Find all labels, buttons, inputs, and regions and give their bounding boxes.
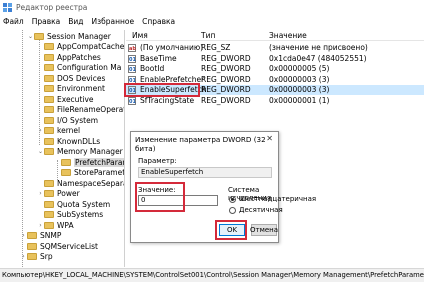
tree-item[interactable]: AppPatches — [44, 52, 101, 62]
folder-icon — [27, 253, 37, 260]
tree-item[interactable]: I/O System — [44, 115, 98, 125]
tree-item[interactable]: DOS Devices — [44, 73, 105, 83]
tree-item[interactable]: › WPA — [37, 220, 73, 230]
menu-bar: Файл Правка Вид Избранное Справка — [0, 15, 424, 28]
folder-icon — [27, 232, 37, 239]
highlight-box — [215, 220, 247, 240]
menu-view[interactable]: Вид — [68, 17, 83, 26]
menu-edit[interactable]: Правка — [32, 17, 61, 26]
radio-selected-icon — [229, 195, 236, 203]
folder-open-icon — [61, 158, 71, 166]
tree-item[interactable]: › kernel — [37, 126, 80, 136]
tree-item[interactable]: › SNMP — [20, 231, 61, 241]
tree-item[interactable]: SubSystems — [44, 210, 103, 220]
tree-item[interactable]: AppCompatCache — [44, 42, 124, 52]
dword-value-icon: 01 — [128, 96, 136, 105]
menu-file[interactable]: Файл — [3, 17, 24, 26]
registry-tree[interactable]: ⌄ Session Manager AppCompatCache AppPatc… — [0, 30, 125, 267]
tree-item[interactable]: Configuration Ma — [44, 63, 121, 73]
tree-item-memory-management[interactable]: ⌄ Memory Manager — [37, 147, 123, 157]
folder-icon — [34, 32, 44, 40]
chevron-down-icon[interactable]: ⌄ — [27, 33, 34, 40]
tree-item[interactable]: NamespaceSepara — [44, 178, 124, 188]
folder-icon — [44, 148, 54, 155]
folder-icon — [44, 95, 54, 103]
tree-guide-line — [57, 160, 58, 180]
chevron-down-icon[interactable]: ⌄ — [37, 148, 44, 155]
folder-icon — [27, 242, 37, 250]
tree-item-prefetch-parameters[interactable]: PrefetchParar — [61, 157, 124, 167]
window-title: Редактор реестра — [16, 2, 88, 12]
folder-icon — [44, 127, 54, 134]
tree-item[interactable]: Environment — [44, 84, 105, 94]
chevron-right-icon[interactable]: › — [37, 222, 44, 229]
tree-item[interactable]: Executive — [44, 94, 94, 104]
folder-icon — [44, 116, 54, 124]
hex-radio[interactable]: Шестнадцатеричная — [229, 195, 316, 203]
radio-icon — [229, 206, 236, 214]
highlight-box — [124, 83, 200, 97]
registry-app-icon — [3, 2, 12, 12]
tree-item[interactable]: › Srp — [20, 252, 52, 262]
folder-icon — [44, 200, 54, 208]
value-row[interactable]: 01 BaseTime REG_DWORD 0x1cda0e47 (484052… — [126, 54, 424, 64]
highlight-box — [135, 182, 185, 212]
folder-icon — [44, 85, 54, 92]
column-type[interactable]: Тип — [201, 31, 215, 40]
menu-favorites[interactable]: Избранное — [92, 17, 135, 26]
folder-icon — [44, 179, 54, 187]
title-bar: Редактор реестра — [0, 0, 424, 14]
folder-icon — [44, 106, 54, 113]
close-icon[interactable]: ✕ — [266, 134, 273, 143]
chevron-right-icon[interactable]: › — [37, 127, 44, 134]
folder-icon — [44, 43, 54, 50]
folder-icon — [61, 169, 71, 176]
tree-item[interactable]: Quota System — [44, 199, 110, 209]
string-value-icon: ab — [128, 44, 136, 52]
tree-item[interactable]: FileRenameOperat — [44, 105, 124, 115]
chevron-right-icon[interactable]: › — [20, 232, 27, 239]
tree-item[interactable]: SQMServiceList — [27, 241, 98, 251]
list-header: Имя Тип Значение — [126, 30, 424, 41]
folder-icon — [44, 221, 54, 229]
column-name[interactable]: Имя — [132, 31, 148, 40]
value-row[interactable]: 01 BootId REG_DWORD 0x00000005 (5) — [126, 64, 424, 74]
registry-editor-window: Редактор реестра Файл Правка Вид Избранн… — [0, 0, 424, 282]
decimal-radio[interactable]: Десятичная — [229, 206, 283, 214]
menu-help[interactable]: Справка — [142, 17, 175, 26]
tree-item[interactable]: StoreParamete — [61, 168, 124, 178]
folder-icon — [44, 74, 54, 82]
cancel-button[interactable]: Отмена — [250, 224, 278, 236]
dialog-title: Изменение параметра DWORD (32 бита) — [135, 135, 266, 153]
parameter-name-field: EnableSuperfetch — [138, 167, 272, 178]
tree-item[interactable]: › Power — [37, 189, 79, 199]
value-row[interactable]: ab (По умолчанию) REG_SZ (значение не пр… — [126, 43, 424, 53]
dword-value-icon: 01 — [128, 54, 136, 63]
dword-value-icon: 01 — [128, 65, 136, 73]
folder-icon — [44, 137, 54, 145]
chevron-right-icon[interactable]: › — [20, 253, 27, 260]
chevron-right-icon[interactable]: › — [37, 190, 44, 197]
folder-icon — [44, 211, 54, 218]
column-value[interactable]: Значение — [269, 31, 307, 40]
parameter-label: Параметр: — [138, 157, 177, 165]
folder-icon — [44, 190, 54, 197]
tree-item-session-manager[interactable]: ⌄ Session Manager — [27, 31, 111, 41]
value-row[interactable]: 01 SfTracingState REG_DWORD 0x00000001 (… — [126, 96, 424, 106]
folder-icon — [44, 53, 54, 61]
folder-icon — [44, 64, 54, 71]
status-bar-path: Компьютер\HKEY_LOCAL_MACHINE\SYSTEM\Cont… — [0, 268, 424, 282]
tree-item[interactable]: KnownDLLs — [44, 136, 100, 146]
